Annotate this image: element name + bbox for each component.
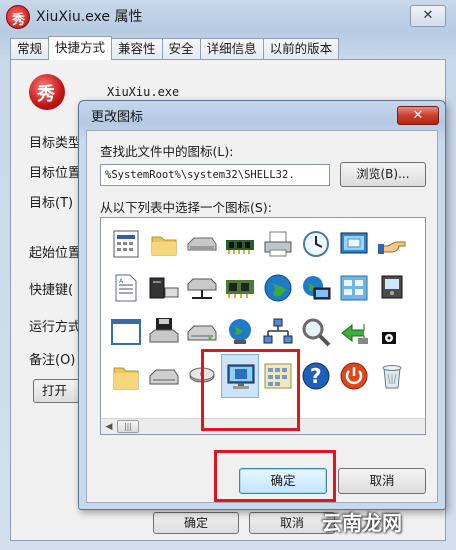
icon-file-path-input[interactable]: %SystemRoot%\system32\SHELL32. — [100, 164, 330, 186]
icon-option-0[interactable] — [107, 222, 145, 266]
tab-security[interactable]: 安全 — [161, 38, 201, 60]
comment-label: 备注(O) — [29, 353, 76, 368]
properties-titlebar: 秀 XiuXiu.exe 属性 ✕ — [0, 0, 456, 34]
icon-option-12[interactable] — [259, 266, 297, 310]
scroll-thumb[interactable]: ||| — [117, 420, 139, 433]
dvd-icon — [382, 332, 396, 344]
icon-option-9[interactable] — [145, 266, 183, 310]
tab-compatibility[interactable]: 兼容性 — [111, 38, 163, 60]
shortcut-app-name: XiuXiu.exe — [107, 85, 180, 99]
icon-option-17[interactable] — [145, 310, 183, 354]
selected-icon-highlight — [201, 349, 300, 431]
svg-text:?: ? — [310, 364, 322, 388]
icon-option-25[interactable] — [145, 354, 183, 398]
icon-option-13[interactable] — [297, 266, 335, 310]
clock-icon — [303, 231, 329, 257]
globe-network-icon — [229, 319, 251, 344]
browse-button[interactable]: 浏览(B)... — [340, 162, 426, 187]
icon-option-23[interactable] — [373, 310, 411, 354]
change-icon-dialog: 更改图标 ✕ 查找此文件中的图标(L): %SystemRoot%\system… — [78, 100, 446, 510]
hand-pointer-icon — [378, 241, 406, 254]
target-label: 目标(T) — [29, 196, 74, 211]
app-icon-glyph: 秀 — [12, 13, 26, 28]
display-settings-icon — [340, 232, 368, 254]
find-icons-label: 查找此文件中的图标(L): — [100, 144, 234, 159]
help-icon: ? — [302, 362, 330, 390]
device-icon — [381, 275, 403, 299]
tab-general[interactable]: 常规 — [10, 38, 50, 60]
start-in-label: 起始位置 — [29, 246, 82, 261]
icon-option-30[interactable] — [335, 354, 373, 398]
run-mode-label: 运行方式 — [29, 320, 82, 335]
icon-option-29[interactable]: ? — [297, 354, 335, 398]
memory-chip-icon — [226, 240, 254, 254]
icon-list-label: 从以下列表中选择一个图标(S): — [100, 200, 272, 215]
properties-title: XiuXiu.exe 属性 — [36, 9, 143, 25]
icon-option-2[interactable] — [183, 222, 221, 266]
icon-option-10[interactable] — [183, 266, 221, 310]
scroll-left-arrow-icon[interactable]: ◀ — [102, 420, 116, 434]
network-tree-icon — [263, 318, 293, 344]
icon-option-7[interactable] — [373, 222, 411, 266]
icon-option-6[interactable] — [335, 222, 373, 266]
icon-option-19[interactable] — [221, 310, 259, 354]
icon-option-21[interactable] — [297, 310, 335, 354]
xiuxiu-app-icon: 秀 — [6, 5, 30, 29]
tab-previous-versions[interactable]: 以前的版本 — [262, 38, 340, 60]
icon-option-31[interactable] — [373, 354, 411, 398]
icon-option-16[interactable] — [107, 310, 145, 354]
control-panel-icon — [340, 275, 368, 301]
shortcut-app-icon: 秀 — [29, 74, 65, 110]
shortcut-app-icon-glyph: 秀 — [37, 84, 55, 105]
network-icon — [226, 280, 254, 298]
icon-option-14[interactable] — [335, 266, 373, 310]
text-document-icon: A — [115, 274, 137, 302]
icon-option-18[interactable] — [183, 310, 221, 354]
green-arrow-icon — [341, 323, 368, 344]
tab-shortcut[interactable]: 快捷方式 — [48, 36, 113, 60]
icon-option-1[interactable] — [145, 222, 183, 266]
icon-option-4[interactable] — [259, 222, 297, 266]
icon-option-24[interactable] — [107, 354, 145, 398]
computer-icon — [149, 277, 179, 299]
target-type-label: 目标类型 — [29, 136, 82, 151]
folder-open-icon — [113, 367, 139, 390]
watermark: 云南龙网 — [322, 511, 402, 535]
icon-option-20[interactable] — [259, 310, 297, 354]
tab-details[interactable]: 详细信息 — [199, 38, 264, 60]
ok-button-highlight — [214, 450, 336, 502]
magnifier-icon — [302, 318, 331, 347]
network-drive-icon — [187, 278, 217, 299]
icon-option-22[interactable] — [335, 310, 373, 354]
disk-drive-icon — [187, 325, 217, 341]
globe-icon — [264, 274, 292, 302]
document-window-icon — [113, 230, 139, 258]
computer-globe-icon — [303, 276, 331, 300]
shortcut-key-label: 快捷键( — [29, 283, 74, 298]
drive-icon — [187, 237, 217, 251]
folder-icon — [151, 236, 177, 256]
floppy-drive-icon — [149, 318, 179, 343]
icon-option-15[interactable] — [373, 266, 411, 310]
icon-option-5[interactable] — [297, 222, 335, 266]
printer-icon — [264, 231, 292, 257]
power-icon — [340, 362, 368, 390]
properties-tabs: 常规 快捷方式 兼容性 安全 详细信息 以前的版本 — [10, 36, 340, 60]
recycle-bin-icon — [382, 365, 402, 389]
dialog-cancel-button[interactable]: 取消 — [338, 468, 426, 494]
icon-option-11[interactable] — [221, 266, 259, 310]
properties-close-button[interactable]: ✕ — [410, 5, 446, 27]
cd-drive-icon — [149, 369, 179, 385]
icon-option-3[interactable] — [221, 222, 259, 266]
blank-window-icon — [111, 319, 141, 345]
dialog-title: 更改图标 — [91, 110, 144, 125]
dialog-close-button[interactable]: ✕ — [397, 106, 439, 125]
target-location-label: 目标位置 — [29, 166, 82, 181]
icon-option-8[interactable]: A — [107, 266, 145, 310]
dialog-body: 查找此文件中的图标(L): %SystemRoot%\system32\SHEL… — [86, 130, 438, 503]
properties-ok-button[interactable]: 确定 — [153, 512, 239, 534]
